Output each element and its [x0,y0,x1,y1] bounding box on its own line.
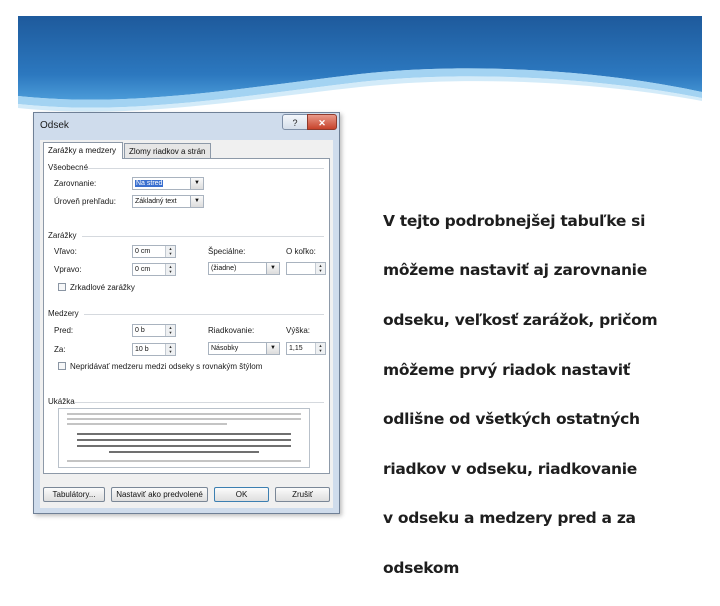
alignment-label: Zarovnanie: [54,179,97,188]
paragraph-dialog: Odsek ? ✕ Zarážky a medzery Zlomy riadko… [33,112,340,514]
slide-body-text: V tejto podrobnejšej tabuľke si môžeme n… [383,184,683,606]
cancel-button[interactable]: Zrušiť [275,487,330,502]
outline-level-value: Základný text [135,198,177,205]
general-heading: Všeobecné [48,163,89,172]
spin-arrows-icon[interactable]: ▲ ▼ [315,343,325,354]
space-after-value: 10 b [135,346,149,353]
line-spacing-select[interactable]: Násobky ▼ [208,342,280,355]
alignment-select[interactable]: Na stred ▼ [132,177,204,190]
tab-line-page-breaks[interactable]: Zlomy riadkov a strán [124,143,211,158]
preview-line [67,413,301,415]
indent-left-input[interactable]: 0 cm ▲ ▼ [132,245,176,258]
spin-arrows-icon[interactable]: ▲ ▼ [165,264,175,275]
slide-text-line: v odseku a medzery pred a za [383,509,636,528]
indent-right-input[interactable]: 0 cm ▲ ▼ [132,263,176,276]
by-label: O koľko: [286,247,316,256]
line-spacing-value: Násobky [211,345,239,352]
spacing-divider [84,314,324,315]
mirror-indents-label: Zrkadlové zarážky [70,283,135,292]
indent-divider [82,236,324,237]
slide-text-line: odsekom [383,558,460,577]
at-input[interactable]: 1,15 ▲ ▼ [286,342,326,355]
preview-line [109,451,259,453]
spin-arrows-icon[interactable]: ▲ ▼ [165,246,175,257]
preview-line [77,439,291,441]
indent-right-value: 0 cm [135,266,151,273]
at-label: Výška: [286,326,311,335]
dialog-client: Zarážky a medzery Zlomy riadkov a strán … [40,140,333,508]
chevron-down-icon: ▼ [266,263,279,274]
dont-add-space-checkbox[interactable] [58,362,66,370]
dialog-title: Odsek [40,120,69,131]
indent-right-label: Vpravo: [54,265,82,274]
outline-level-label: Úroveň prehľadu: [54,197,116,206]
preview-line [67,423,227,425]
line-spacing-label: Riadkovanie: [208,326,255,335]
preview-line [67,460,301,462]
slide-text-line: môžeme nastaviť aj zarovnanie [383,261,647,280]
spin-arrows-icon[interactable]: ▲ ▼ [315,263,325,274]
indent-heading: Zarážky [48,231,77,240]
mirror-indents-checkbox[interactable] [58,283,66,291]
by-input[interactable]: ▲ ▼ [286,262,326,275]
general-divider [84,168,324,169]
special-select[interactable]: (žiadne) ▼ [208,262,280,275]
ok-button[interactable]: OK [214,487,269,502]
special-label: Špeciálne: [208,247,246,256]
spin-arrows-icon[interactable]: ▲ ▼ [165,325,175,336]
slide-text-line: môžeme prvý riadok nastaviť [383,360,630,379]
tabs-button[interactable]: Tabulátory... [43,487,105,502]
dont-add-space-label: Nepridávať medzeru medzi odseky s rovnak… [70,362,263,371]
space-before-input[interactable]: 0 b ▲ ▼ [132,324,176,337]
space-before-label: Pred: [54,326,74,335]
header-wave [18,16,702,112]
set-default-button[interactable]: Nastaviť ako predvolené [111,487,208,502]
space-after-input[interactable]: 10 b ▲ ▼ [132,343,176,356]
close-button[interactable]: ✕ [307,114,337,130]
space-after-label: Za: [54,345,66,354]
outline-level-select[interactable]: Základný text ▼ [132,195,204,208]
slide-text-line: odseku, veľkosť zarážok, pričom [383,310,658,329]
preview-divider [74,402,324,403]
dialog-titlebar[interactable]: Odsek ? ✕ [34,113,339,139]
spacing-heading: Medzery [48,309,79,318]
preview-line [77,433,291,435]
preview-line [77,445,291,447]
special-value: (žiadne) [211,265,237,272]
help-button[interactable]: ? [282,114,308,130]
preview-line [67,418,301,420]
tab-indents-spacing[interactable]: Zarážky a medzery [43,142,123,159]
slide-text-line: V tejto podrobnejšej tabuľke si [383,211,646,230]
alignment-value: Na stred [135,180,164,187]
slide-text-line: odlišne od všetkých ostatných [383,410,640,429]
slide-text-line: riadkov v odseku, riadkovanie [383,459,637,478]
at-value: 1,15 [289,345,303,352]
preview-heading: Ukážka [48,397,75,406]
chevron-down-icon: ▼ [190,178,203,189]
space-before-value: 0 b [135,327,145,334]
preview-box [58,408,310,468]
chevron-down-icon: ▼ [266,343,279,354]
indent-left-value: 0 cm [135,248,151,255]
chevron-down-icon: ▼ [190,196,203,207]
spin-arrows-icon[interactable]: ▲ ▼ [165,344,175,355]
indent-left-label: Vľavo: [54,247,77,256]
